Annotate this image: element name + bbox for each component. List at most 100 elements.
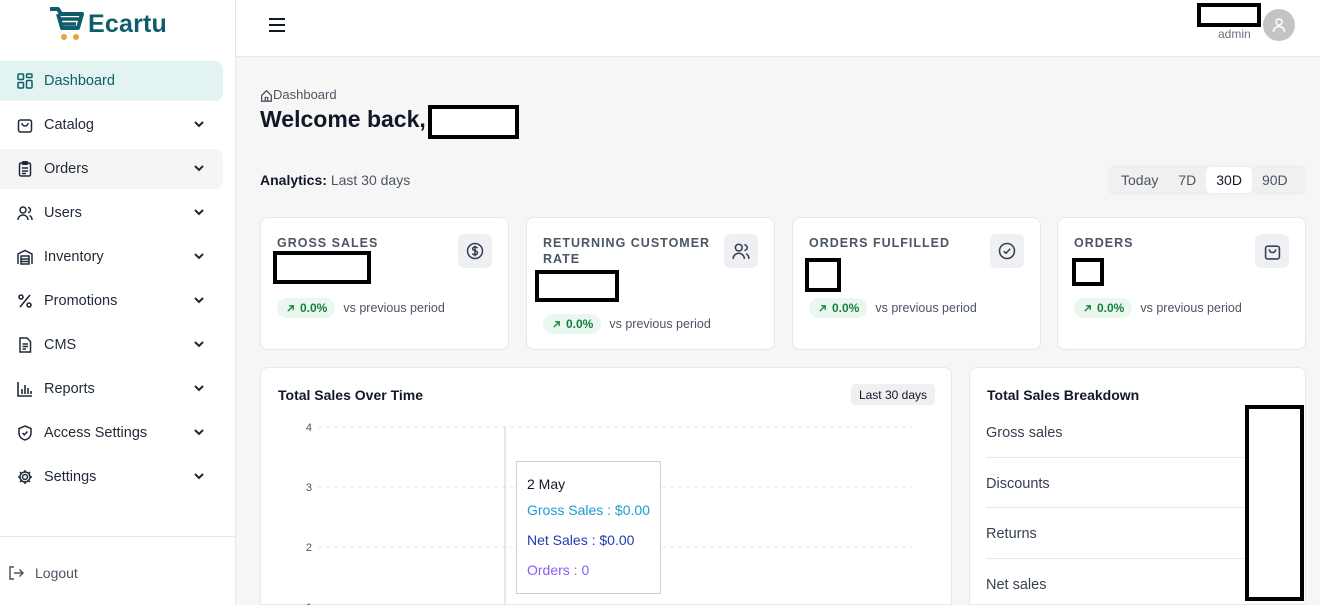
chevron-down-icon — [194, 209, 204, 216]
users-icon — [732, 243, 750, 259]
bar-chart-icon — [17, 382, 32, 397]
check-circle-icon — [998, 242, 1016, 260]
redacted-breakdown-values — [1245, 405, 1304, 601]
date-range-selector: Today 7D 30D 90D — [1108, 165, 1306, 195]
sidebar-item-label: Access Settings — [44, 425, 148, 441]
users-icon — [17, 206, 33, 221]
change-pill: 0.0% — [1074, 298, 1133, 318]
kpi-change: 0.0% vs previous period — [277, 298, 445, 318]
kpi-title: RETURNING CUSTOMER RATE — [543, 236, 711, 266]
breakdown-row-returns: Returns — [986, 526, 1037, 542]
menu-icon[interactable] — [267, 15, 287, 35]
sidebar-item-dashboard[interactable]: Dashboard — [0, 61, 223, 101]
y-tick-label: 3 — [306, 482, 312, 494]
range-90d-button[interactable]: 90D — [1252, 167, 1298, 193]
arrow-up-right-icon — [819, 304, 826, 312]
kpi-title: GROSS SALES — [277, 236, 379, 250]
breakdown-divider — [986, 558, 1246, 559]
kpi-title: ORDERS FULFILLED — [809, 236, 950, 250]
change-pill: 0.0% — [543, 314, 602, 334]
change-pill: 0.0% — [809, 298, 868, 318]
tooltip-net-sales: Net Sales : $0.00 — [527, 532, 635, 548]
sidebar-item-users[interactable]: Users — [0, 193, 223, 233]
redacted-kpi-value — [535, 270, 619, 302]
change-value: 0.0% — [1097, 301, 1125, 315]
document-icon — [19, 337, 32, 353]
user-icon — [1272, 18, 1286, 33]
sidebar-item-orders[interactable]: Orders — [0, 149, 223, 189]
sidebar-item-label: Orders — [44, 161, 89, 177]
logout-label: Logout — [35, 565, 78, 581]
user-role-label: admin — [1218, 27, 1251, 41]
warehouse-icon — [17, 249, 33, 265]
breakdown-divider — [986, 507, 1246, 508]
sidebar-item-label: Reports — [44, 381, 95, 397]
change-pill: 0.0% — [277, 298, 336, 318]
redacted-user-name — [428, 105, 519, 139]
y-tick-label: 2 — [306, 542, 312, 554]
tooltip-date: 2 May — [527, 476, 566, 492]
chevron-down-icon — [194, 297, 204, 304]
analytics-period-value: Last 30 days — [330, 172, 411, 188]
cart-logo-icon — [50, 7, 84, 40]
kpi-card-returning-customer-rate: RETURNING CUSTOMER RATE 0.0% vs previous… — [526, 217, 775, 350]
avatar[interactable] — [1263, 9, 1295, 41]
shield-check-icon — [18, 425, 32, 441]
chevron-down-icon — [194, 165, 204, 172]
redacted-kpi-value — [805, 258, 841, 292]
sidebar-item-label: Users — [44, 205, 82, 221]
chevron-down-icon — [194, 341, 204, 348]
sidebar-item-cms[interactable]: CMS — [0, 325, 223, 365]
top-bar: admin — [236, 0, 1320, 57]
sidebar-item-label: Catalog — [44, 117, 94, 133]
range-today-button[interactable]: Today — [1111, 167, 1168, 193]
chevron-down-icon — [194, 429, 204, 436]
sidebar-item-catalog[interactable]: Catalog — [0, 105, 223, 145]
kpi-icon-box — [990, 234, 1024, 268]
redacted-kpi-value — [273, 251, 371, 284]
arrow-up-right-icon — [287, 304, 294, 312]
sidebar-item-inventory[interactable]: Inventory — [0, 237, 223, 277]
home-icon — [260, 89, 273, 102]
change-value: 0.0% — [566, 317, 594, 331]
sidebar-nav: Dashboard Catalog Orders Users Inventory… — [0, 61, 236, 501]
breakdown-row-gross-sales: Gross sales — [986, 425, 1063, 441]
sidebar-item-promotions[interactable]: Promotions — [0, 281, 223, 321]
kpi-change: 0.0% vs previous period — [809, 298, 977, 318]
change-compare: vs previous period — [1140, 301, 1242, 315]
sidebar-item-reports[interactable]: Reports — [0, 369, 223, 409]
logout-button[interactable]: Logout — [0, 556, 236, 590]
breakdown-row-net-sales: Net sales — [986, 577, 1047, 593]
kpi-change: 0.0% vs previous period — [1074, 298, 1242, 318]
kpi-change: 0.0% vs previous period — [543, 314, 711, 334]
redacted-kpi-value — [1072, 258, 1104, 286]
analytics-period: Analytics: Last 30 days — [260, 172, 410, 188]
brand-logo[interactable]: Ecartu — [48, 6, 167, 42]
chevron-down-icon — [194, 473, 204, 480]
sidebar-item-settings[interactable]: Settings — [0, 457, 223, 497]
shopping-bag-icon — [1264, 244, 1280, 260]
kpi-icon-box — [458, 234, 492, 268]
kpi-card-orders: ORDERS 0.0% vs previous period — [1057, 217, 1306, 350]
kpi-icon-box — [1255, 234, 1289, 268]
clipboard-icon — [18, 161, 32, 177]
kpi-card-orders-fulfilled: ORDERS FULFILLED 0.0% vs previous period — [792, 217, 1041, 350]
range-7d-button[interactable]: 7D — [1168, 167, 1206, 193]
change-compare: vs previous period — [875, 301, 977, 315]
gear-icon — [18, 470, 32, 484]
chevron-down-icon — [194, 121, 204, 128]
breakdown-divider — [986, 457, 1246, 458]
chevron-down-icon — [194, 385, 204, 392]
percent-icon — [18, 294, 32, 308]
range-30d-button[interactable]: 30D — [1206, 167, 1252, 193]
arrow-up-right-icon — [1084, 304, 1091, 312]
change-value: 0.0% — [300, 301, 328, 315]
analytics-label: Analytics: — [260, 172, 327, 188]
dashboard-icon — [17, 73, 33, 89]
logout-icon — [9, 566, 24, 580]
breadcrumb[interactable]: Dashboard — [260, 86, 337, 102]
tooltip-orders: Orders : 0 — [527, 562, 590, 578]
sidebar-item-access-settings[interactable]: Access Settings — [0, 413, 223, 453]
kpi-card-gross-sales: GROSS SALES 0.0% vs previous period — [260, 217, 509, 350]
sidebar-item-label: Settings — [44, 469, 97, 485]
